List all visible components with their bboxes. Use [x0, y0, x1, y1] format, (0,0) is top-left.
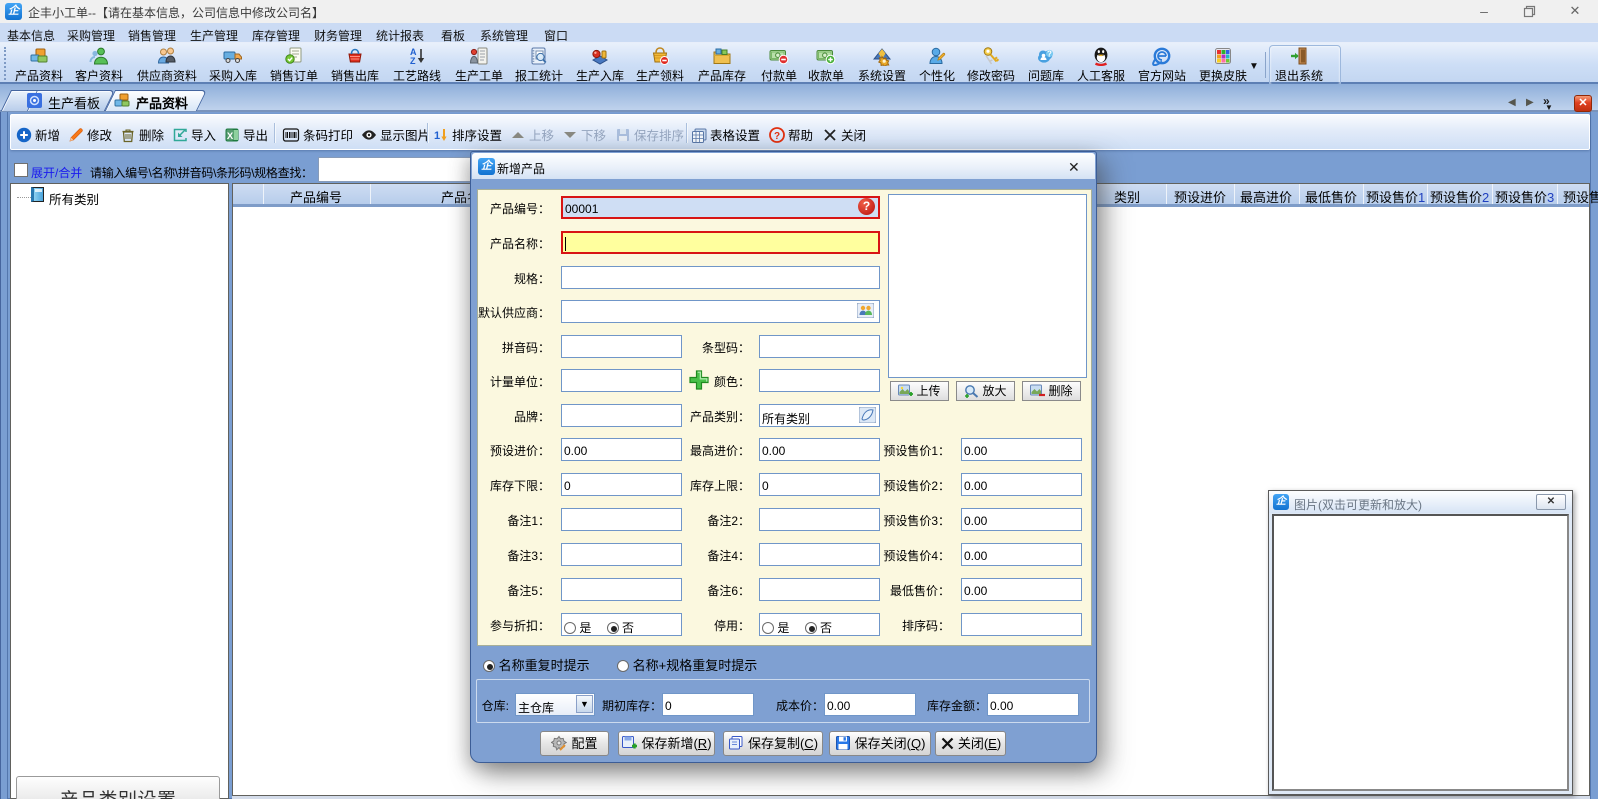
svg-text:X: X — [227, 131, 234, 142]
svg-text:?: ? — [774, 131, 780, 142]
svg-text:Z: Z — [410, 56, 416, 66]
svg-text:1: 1 — [434, 130, 440, 142]
svg-text:?: ? — [1047, 50, 1052, 59]
